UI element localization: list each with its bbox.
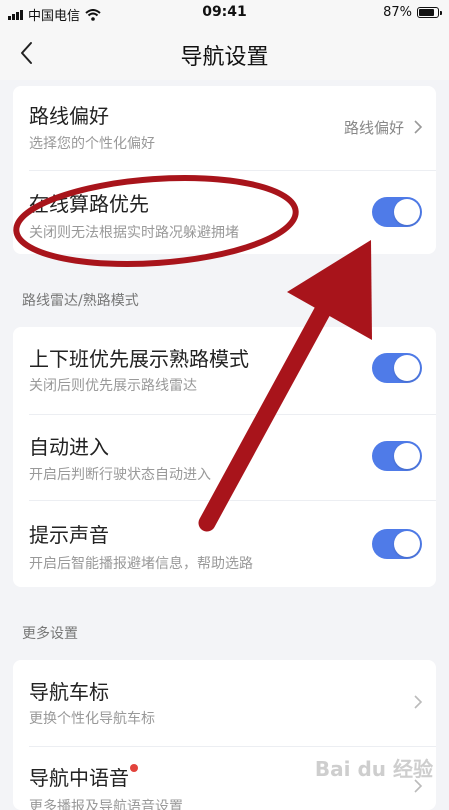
battery-icon [417,7,442,18]
alert-sound-toggle[interactable] [372,529,422,559]
section-label-radar: 路线雷达/熟路模式 [22,293,139,309]
section-label-more: 更多设置 [22,626,78,642]
car-icon-subtitle: 更换个性化导航车标 [29,711,155,727]
online-route-toggle[interactable] [372,197,422,227]
car-icon-title: 导航车标 [29,680,109,704]
toggle-knob [394,531,420,557]
commute-mode-subtitle: 关闭后则优先展示路线雷达 [29,378,197,394]
settings-card-route: 路线偏好 选择您的个性化偏好 路线偏好 在线算路优先 关闭则无法根据实时路况躲避… [13,86,436,254]
settings-card-radar: 上下班优先展示熟路模式 关闭后则优先展示路线雷达 自动进入 开启后判断行驶状态自… [13,327,436,587]
chevron-right-icon [414,120,423,134]
settings-card-more: 导航车标 更换个性化导航车标 导航中语音 更多播报及导航语音设置 [13,660,436,810]
status-bar: 中国电信 09:41 87% [0,0,449,26]
online-route-subtitle: 关闭则无法根据实时路况躲避拥堵 [29,225,239,241]
alert-sound-title: 提示声音 [29,523,109,547]
online-route-row: 在线算路优先 关闭则无法根据实时路况躲避拥堵 [13,170,436,254]
watermark-logo: Bai du 经验 [314,757,433,781]
online-route-title: 在线算路优先 [29,192,149,216]
voice-subtitle: 更多播报及导航语音设置 [29,799,183,810]
route-preference-row[interactable]: 路线偏好 选择您的个性化偏好 路线偏好 [13,86,436,170]
clock: 09:41 [202,4,247,20]
commute-mode-row: 上下班优先展示熟路模式 关闭后则优先展示路线雷达 [13,327,436,414]
voice-title-text: 导航中语音 [29,766,129,790]
alert-sound-subtitle: 开启后智能播报避堵信息，帮助选路 [29,556,253,572]
annotation-arrow-head [287,240,372,340]
auto-enter-row: 自动进入 开启后判断行驶状态自动进入 [13,414,436,500]
toggle-knob [394,443,420,469]
commute-mode-toggle[interactable] [372,353,422,383]
car-icon-row[interactable]: 导航车标 更换个性化导航车标 [13,660,436,746]
commute-mode-title: 上下班优先展示熟路模式 [29,347,249,371]
new-badge-dot [130,764,138,772]
auto-enter-subtitle: 开启后判断行驶状态自动进入 [29,467,211,483]
route-preference-value: 路线偏好 [343,119,404,137]
auto-enter-toggle[interactable] [372,441,422,471]
battery-percent: 87% [383,5,412,20]
toggle-knob [394,199,420,225]
voice-title: 导航中语音 [29,762,138,791]
route-preference-subtitle: 选择您的个性化偏好 [29,136,155,152]
alert-sound-row: 提示声音 开启后智能播报避堵信息，帮助选路 [13,500,436,587]
navigation-bar: 导航设置 [0,26,449,80]
auto-enter-title: 自动进入 [29,435,109,459]
page-title: 导航设置 [180,45,269,70]
chevron-right-icon [414,695,423,709]
route-preference-title: 路线偏好 [29,104,109,128]
toggle-knob [394,355,420,381]
